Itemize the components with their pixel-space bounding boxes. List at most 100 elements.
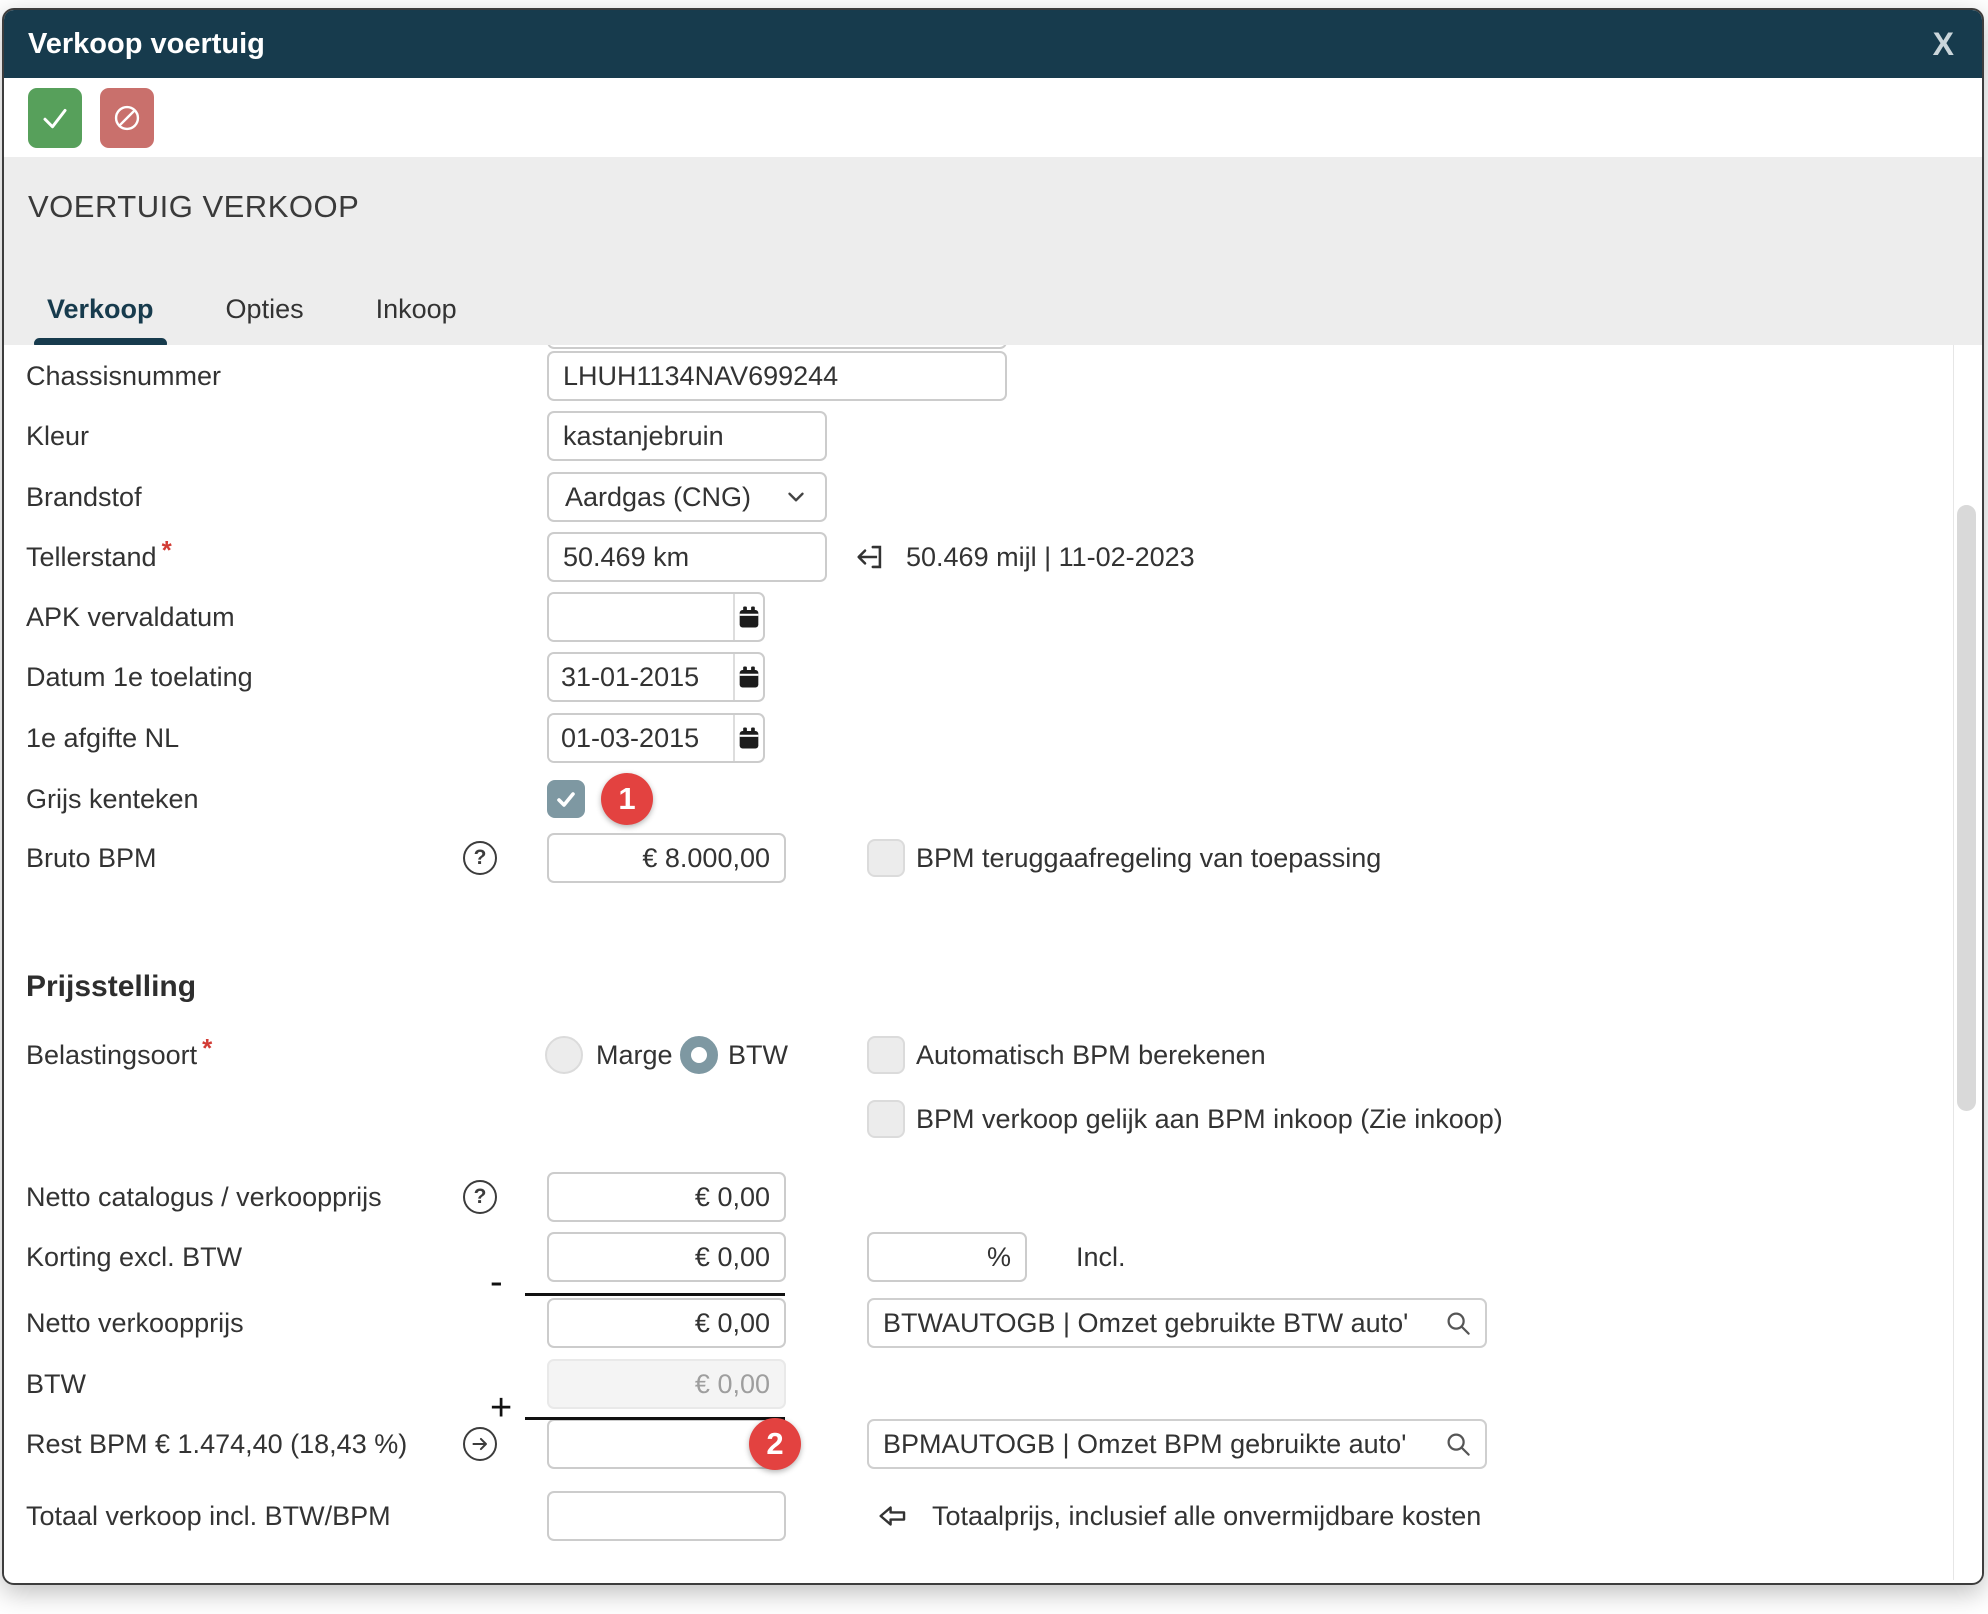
dialog-toolbar (4, 78, 1982, 157)
field-label: Tellerstand* (26, 532, 172, 582)
required-asterisk: * (162, 535, 172, 565)
chevron-down-icon (783, 484, 809, 510)
search-icon[interactable] (1443, 1429, 1473, 1459)
row-totaal: Totaal verkoop incl. BTW/BPM Totaalprijs… (4, 1491, 1982, 1541)
checkbox-label: BPM teruggaafregeling van toepassing (916, 833, 1381, 883)
field-label: Totaal verkoop incl. BTW/BPM (26, 1491, 391, 1541)
dialog-title: Verkoop voertuig (28, 28, 265, 61)
radio-label-marge: Marge (596, 1030, 673, 1080)
field-label: Kleur (26, 411, 89, 461)
form-header-band: VOERTUIG VERKOOP Verkoop Opties Inkoop (4, 157, 1982, 345)
field-label: Grijs kenteken (26, 774, 199, 824)
row-chassisnummer: Chassisnummer (4, 351, 1982, 401)
field-label: Bruto BPM (26, 833, 157, 883)
section-heading-prijsstelling: Prijsstelling (26, 970, 196, 1004)
korting-percentage-input[interactable] (867, 1232, 1027, 1282)
tab-verkoop[interactable]: Verkoop (34, 294, 167, 345)
incl-label: Incl. (1076, 1232, 1126, 1282)
help-icon[interactable]: ? (463, 1180, 497, 1214)
chassisnummer-input[interactable] (547, 351, 1007, 401)
apk-date-input[interactable] (549, 594, 733, 640)
row-rest-bpm: Rest BPM € 1.474,40 (18,43 %) 2 BPMAUTOG… (4, 1419, 1982, 1469)
row-bruto-bpm: Bruto BPM ? BPM teruggaafregeling van to… (4, 833, 1982, 883)
ledger-value: BTWAUTOGB | Omzet gebruikte BTW auto' (883, 1308, 1435, 1339)
field-label: Chassisnummer (26, 351, 221, 401)
cancel-button[interactable] (100, 88, 154, 148)
afgifte-date-input[interactable] (549, 715, 733, 761)
bruto-bpm-input[interactable] (547, 833, 786, 883)
checkmark-icon (40, 103, 70, 133)
row-tellerstand: Tellerstand* 50.469 mijl | 11-02-2023 (4, 532, 1982, 582)
auto-bpm-checkbox[interactable] (867, 1036, 905, 1074)
checkmark-icon (554, 787, 578, 811)
bpm-ledger-field[interactable]: BPMAUTOGB | Omzet BPM gebruikte auto' (867, 1419, 1487, 1469)
tab-inkoop[interactable]: Inkoop (363, 294, 470, 345)
row-grijs-kenteken: Grijs kenteken 1 (4, 774, 1982, 824)
bpm-gelijk-checkbox[interactable] (867, 1100, 905, 1138)
calendar-icon (735, 603, 763, 631)
radio-label-btw: BTW (728, 1030, 788, 1080)
addition-line (525, 1417, 785, 1420)
row-afgifte-nl: 1e afgifte NL (4, 713, 1982, 763)
netto-verkoopprijs-input[interactable] (547, 1298, 786, 1348)
grijs-kenteken-checkbox[interactable] (547, 780, 585, 818)
field-label: APK vervaldatum (26, 592, 235, 642)
row-belastingsoort: Belastingsoort* Marge BTW Automatisch BP… (4, 1030, 1982, 1080)
row-apk-vervaldatum: APK vervaldatum (4, 592, 1982, 642)
afgifte-date-field (547, 713, 765, 763)
calendar-button[interactable] (733, 715, 763, 761)
ledger-value: BPMAUTOGB | Omzet BPM gebruikte auto' (883, 1429, 1435, 1460)
field-label: 1e afgifte NL (26, 713, 179, 763)
netto-catalogus-input[interactable] (547, 1172, 786, 1222)
confirm-button[interactable] (28, 88, 82, 148)
scrollbar-thumb[interactable] (1957, 505, 1976, 1111)
row-bpm-gelijk: BPM verkoop gelijk aan BPM inkoop (Zie i… (4, 1094, 1982, 1144)
notification-badge-1: 1 (601, 773, 653, 825)
calendar-icon (735, 663, 763, 691)
toelating-date-input[interactable] (549, 654, 733, 700)
totaal-input[interactable] (547, 1491, 786, 1541)
totaal-hint-text: Totaalprijs, inclusief alle onvermijdbar… (932, 1491, 1481, 1541)
page-title: VOERTUIG VERKOOP (28, 189, 359, 225)
plus-operator: + (490, 1389, 512, 1427)
btw-ledger-field[interactable]: BTWAUTOGB | Omzet gebruikte BTW auto' (867, 1298, 1487, 1348)
korting-input[interactable] (547, 1232, 786, 1282)
checkbox-label: BPM verkoop gelijk aan BPM inkoop (Zie i… (916, 1094, 1503, 1144)
search-icon[interactable] (1443, 1308, 1473, 1338)
arrow-left-hollow-icon (875, 1499, 909, 1533)
tab-opties[interactable]: Opties (213, 294, 317, 345)
apk-date-field (547, 592, 765, 642)
help-icon[interactable]: ? (463, 841, 497, 875)
kleur-input[interactable] (547, 411, 827, 461)
radio-marge[interactable] (545, 1036, 583, 1074)
field-label: Rest BPM € 1.474,40 (18,43 %) (26, 1419, 407, 1469)
bpm-teruggaaf-checkbox[interactable] (867, 839, 905, 877)
row-korting: Korting excl. BTW Incl. (4, 1232, 1982, 1282)
brandstof-selected-value: Aardgas (CNG) (565, 482, 751, 513)
row-btw: BTW (4, 1359, 1982, 1409)
calendar-button[interactable] (733, 654, 763, 700)
row-kleur: Kleur (4, 411, 1982, 461)
checkbox-label: Automatisch BPM berekenen (916, 1030, 1266, 1080)
calendar-icon (735, 724, 763, 752)
tab-bar: Verkoop Opties Inkoop (34, 294, 470, 345)
field-label: Netto catalogus / verkoopprijs (26, 1172, 382, 1222)
calendar-button[interactable] (733, 594, 763, 640)
minus-operator: - (490, 1263, 503, 1301)
tellerstand-input[interactable] (547, 532, 827, 582)
clipped-input[interactable] (547, 345, 1007, 349)
field-label: Datum 1e toelating (26, 652, 253, 702)
field-label: Brandstof (26, 472, 142, 522)
btw-input (547, 1359, 786, 1409)
sell-vehicle-dialog: Verkoop voertuig X VOERTUIG VERKOOP Verk… (2, 8, 1984, 1585)
row-netto-catalogus: Netto catalogus / verkoopprijs ? (4, 1172, 1982, 1222)
arrow-right-circle-icon[interactable] (463, 1427, 497, 1461)
radio-btw[interactable] (680, 1036, 718, 1074)
toelating-date-field (547, 652, 765, 702)
field-label: Korting excl. BTW (26, 1232, 242, 1282)
vertical-scrollbar[interactable] (1953, 345, 1980, 1580)
notification-badge-2: 2 (749, 1418, 801, 1470)
brandstof-select[interactable]: Aardgas (CNG) (547, 472, 827, 522)
close-button[interactable]: X (1933, 28, 1954, 60)
row-netto-verkoopprijs: Netto verkoopprijs BTWAUTOGB | Omzet geb… (4, 1298, 1982, 1348)
